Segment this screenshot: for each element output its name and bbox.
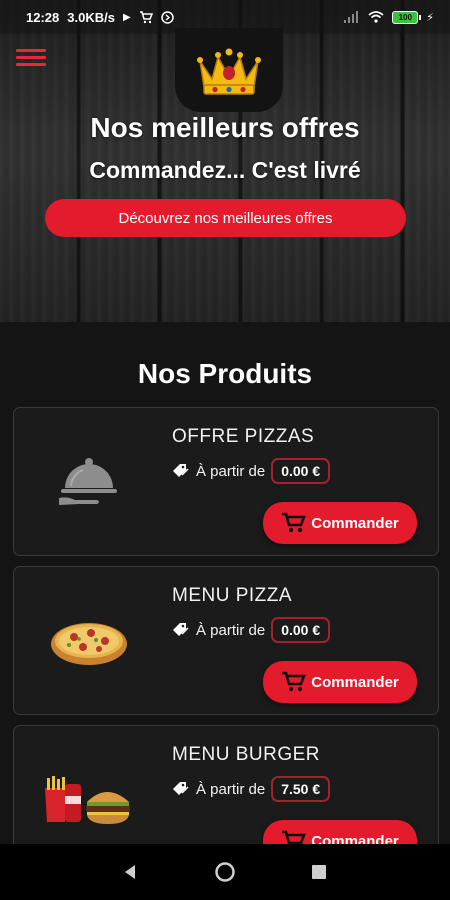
- price-tag-icon: [173, 623, 189, 636]
- network-speed: 3.0KB/s: [67, 9, 115, 25]
- status-bar: 12:28 3.0KB/s ▶ 100 ⚡: [0, 0, 450, 34]
- play-icon: ▶: [122, 11, 131, 23]
- price-value: 7.50 €: [271, 776, 331, 802]
- price-row: À partir de 7.50 €: [172, 776, 331, 802]
- cloche-serving-icon: [34, 438, 144, 528]
- hero-banner: Nos meilleurs offres Commandez... C'est …: [0, 0, 450, 322]
- recents-icon[interactable]: [289, 844, 349, 900]
- order-button[interactable]: Commander: [263, 502, 417, 544]
- cart-icon: [139, 11, 153, 24]
- home-icon[interactable]: [195, 844, 255, 900]
- price-row: À partir de 0.00 €: [172, 617, 331, 643]
- price-tag-icon: [173, 782, 189, 795]
- product-name: MENU BURGER: [172, 744, 321, 765]
- price-prefix: À partir de: [196, 621, 266, 639]
- price-tag-icon: [173, 464, 189, 477]
- product-card-offre-pizzas[interactable]: OFFRE PIZZAS À partir de 0.00 € Commande…: [13, 407, 439, 556]
- signal-icon: [344, 11, 359, 23]
- hamburger-menu-icon[interactable]: [16, 46, 46, 70]
- wifi-icon: [368, 11, 384, 23]
- price-prefix: À partir de: [196, 780, 266, 798]
- price-prefix: À partir de: [196, 462, 266, 480]
- order-button-label: Commander: [311, 514, 399, 532]
- product-name: OFFRE PIZZAS: [172, 426, 315, 447]
- hero-title: Nos meilleurs offres: [90, 112, 360, 143]
- discover-offers-button[interactable]: Découvrez nos meilleures offres: [45, 199, 406, 237]
- pizza-image: [34, 597, 144, 687]
- cart-icon: [282, 671, 307, 692]
- order-button-label: Commander: [311, 673, 399, 691]
- product-name: MENU PIZZA: [172, 585, 293, 606]
- charging-icon: ⚡: [426, 11, 434, 24]
- price-value: 0.00 €: [271, 617, 331, 643]
- shazam-icon: [160, 10, 174, 24]
- battery-icon: 100: [392, 10, 422, 24]
- burger-menu-image: [34, 756, 144, 846]
- hero-subtitle: Commandez... C'est livré: [89, 157, 361, 183]
- products-section-title: Nos Produits: [137, 358, 313, 389]
- status-time: 12:28: [26, 9, 60, 25]
- cart-icon: [282, 512, 307, 533]
- price-row: À partir de 0.00 €: [172, 458, 331, 484]
- order-button[interactable]: Commander: [263, 661, 417, 703]
- system-nav-bar: [0, 844, 450, 900]
- crown-logo-icon: [175, 28, 283, 112]
- back-icon[interactable]: [100, 844, 160, 900]
- price-value: 0.00 €: [271, 458, 331, 484]
- product-card-menu-pizza[interactable]: MENU PIZZA À partir de 0.00 € Commander: [13, 566, 439, 715]
